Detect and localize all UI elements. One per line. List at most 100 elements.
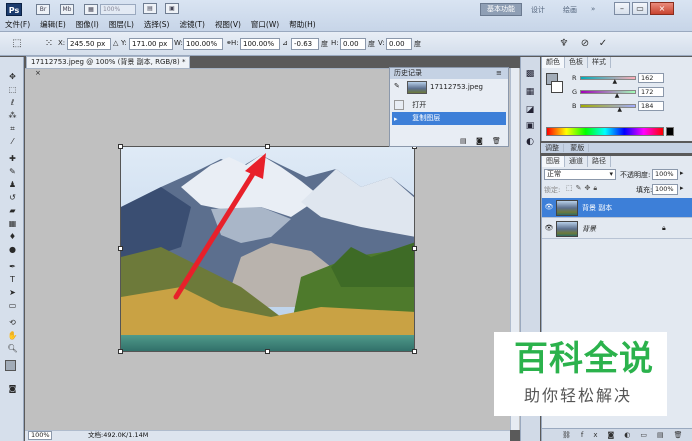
screen-mode-icon[interactable]: ▣ [165, 3, 179, 14]
menu-edit[interactable]: 编辑(E) [35, 18, 71, 32]
history-brush-icon[interactable]: ↺ [6, 192, 19, 203]
x-field[interactable]: 245.50 px [67, 38, 111, 50]
menu-window[interactable]: 窗口(W) [246, 18, 284, 32]
height-field[interactable]: 100.00% [240, 38, 280, 50]
relative-position-icon[interactable]: △ [113, 39, 118, 47]
transform-handle-tl[interactable] [118, 144, 123, 149]
foreground-color-swatch[interactable] [5, 360, 16, 371]
bridge-icon[interactable]: Br [36, 4, 50, 15]
tab-layers[interactable]: 图层 [542, 156, 565, 167]
minimize-icon[interactable]: – [614, 2, 630, 15]
arrange-documents-icon[interactable]: ▤ [143, 3, 157, 14]
transform-handle-bottom[interactable] [265, 349, 270, 354]
zoom-tool-icon[interactable]: 🔍︎ [6, 343, 19, 354]
menu-layer[interactable]: 图层(L) [104, 18, 139, 32]
fill-slider-icon[interactable]: ▸ [680, 184, 684, 192]
type-tool-icon[interactable]: T [6, 274, 19, 285]
b-slider-thumb-icon[interactable]: ▲ [617, 107, 622, 113]
minibridge-icon[interactable]: Mb [60, 4, 74, 15]
menu-view[interactable]: 视图(V) [210, 18, 246, 32]
transform-handle-right[interactable] [412, 246, 417, 251]
quick-mask-icon[interactable]: ◙ [6, 383, 19, 394]
3d-rotate-icon[interactable]: ⟲ [6, 317, 19, 328]
history-delete-icon[interactable]: 🗑︎ [492, 137, 501, 145]
maximize-icon[interactable]: ▭ [632, 2, 648, 15]
workspace-design-link[interactable]: 设计 [531, 5, 545, 15]
history-item-open[interactable]: 打开 [392, 99, 506, 112]
transform-handle-bl[interactable] [118, 349, 123, 354]
opacity-slider-icon[interactable]: ▸ [680, 169, 684, 177]
g-value-field[interactable]: 172 [638, 87, 664, 97]
gradient-tool-icon[interactable]: ▦ [6, 218, 19, 229]
layer-row-background[interactable]: 👁︎ 背景 🔒︎ [542, 219, 692, 239]
adjustments-panel-icon[interactable]: ◪ [524, 104, 536, 116]
width-field[interactable]: 100.00% [183, 38, 223, 50]
swatches-panel-icon[interactable]: ▦ [524, 86, 536, 98]
background-swatch[interactable] [551, 81, 563, 93]
history-item-duplicate-layer[interactable]: ▸ 复制图层 [392, 112, 506, 125]
status-zoom-field[interactable]: 100% [28, 431, 52, 440]
tab-color[interactable]: 颜色 [542, 57, 565, 68]
fill-field[interactable]: 100% [652, 184, 678, 195]
r-slider-thumb-icon[interactable]: ▲ [613, 79, 618, 85]
workspace-more-icon[interactable]: » [591, 5, 595, 13]
history-new-document-icon[interactable]: ▤ [460, 137, 467, 145]
angle-field[interactable]: -0.63 [291, 38, 319, 50]
zoom-level-select[interactable]: 100% [100, 4, 136, 15]
b-slider[interactable] [580, 104, 636, 108]
layers-footer-icons[interactable]: ⛓fx◙◐▭▤🗑︎ [542, 428, 692, 441]
info-panel-icon[interactable]: ◐ [524, 136, 536, 148]
tab-paths[interactable]: 路径 [588, 156, 611, 167]
magic-wand-icon[interactable]: ⁂ [6, 110, 19, 121]
color-spectrum-bar[interactable] [546, 127, 664, 136]
hskew-field[interactable]: 0.00 [340, 38, 366, 50]
crop-tool-icon[interactable]: ⌗ [6, 123, 19, 134]
blur-tool-icon[interactable]: ♦ [6, 231, 19, 242]
commit-transform-icon[interactable]: ✓ [596, 37, 610, 51]
move-tool-icon[interactable]: ✥ [6, 71, 19, 82]
eye-icon[interactable]: 👁︎ [544, 202, 554, 212]
tab-swatches[interactable]: 色板 [565, 57, 588, 68]
path-selection-icon[interactable]: ➤ [6, 287, 19, 298]
tab-styles[interactable]: 样式 [588, 57, 611, 68]
eye-icon[interactable]: 👁︎ [544, 223, 554, 233]
shape-tool-icon[interactable]: ▭ [6, 300, 19, 311]
eyedropper-icon[interactable]: ⁄ [6, 136, 19, 147]
opacity-field[interactable]: 100% [652, 169, 678, 180]
brush-icon[interactable]: ✎ [6, 166, 19, 177]
r-slider[interactable] [580, 76, 636, 80]
extras-icon[interactable]: ▦ [84, 4, 98, 15]
history-panel-menu-icon[interactable]: ≡ [496, 68, 502, 79]
warp-icon[interactable]: ♆ [557, 37, 571, 51]
hand-tool-icon[interactable]: ✋ [6, 330, 19, 341]
history-snapshot-name[interactable]: 17112753.jpeg [430, 82, 483, 92]
y-field[interactable]: 171.00 px [129, 38, 173, 50]
pen-tool-icon[interactable]: ✒ [6, 261, 19, 272]
lasso-tool-icon[interactable]: ℓ [6, 97, 19, 108]
clone-stamp-icon[interactable]: ♟ [6, 179, 19, 190]
lock-icons[interactable]: ⬚✎✥🔒︎ [566, 184, 600, 193]
tab-adjustments[interactable]: 调整 [541, 144, 564, 152]
layer-row-background-copy[interactable]: 👁︎ 背景 副本 [542, 198, 692, 218]
black-swatch[interactable] [666, 127, 674, 136]
document-close-icon[interactable]: × [35, 69, 41, 77]
tab-masks[interactable]: 蒙版 [566, 144, 590, 152]
menu-help[interactable]: 帮助(H) [284, 18, 321, 32]
dodge-tool-icon[interactable]: ● [6, 244, 19, 255]
transform-handle-left[interactable] [118, 246, 123, 251]
menu-filter[interactable]: 滤镜(T) [175, 18, 210, 32]
healing-brush-icon[interactable]: ✚ [6, 153, 19, 164]
menu-file[interactable]: 文件(F) [0, 18, 35, 32]
workspace-painting-link[interactable]: 绘画 [563, 5, 577, 15]
blend-mode-select[interactable]: 正常 ▾ [544, 169, 616, 180]
history-snapshot-icon[interactable]: ◙ [476, 137, 483, 145]
b-value-field[interactable]: 184 [638, 101, 664, 111]
tab-channels[interactable]: 通道 [565, 156, 588, 167]
eraser-icon[interactable]: ▰ [6, 205, 19, 216]
menu-image[interactable]: 图像(I) [71, 18, 104, 32]
transform-handle-br[interactable] [412, 349, 417, 354]
vskew-field[interactable]: 0.00 [386, 38, 412, 50]
history-brush-source-icon[interactable]: ✎ [394, 82, 404, 92]
color-panel-icon[interactable]: ▩ [524, 68, 536, 80]
menu-select[interactable]: 选择(S) [139, 18, 175, 32]
